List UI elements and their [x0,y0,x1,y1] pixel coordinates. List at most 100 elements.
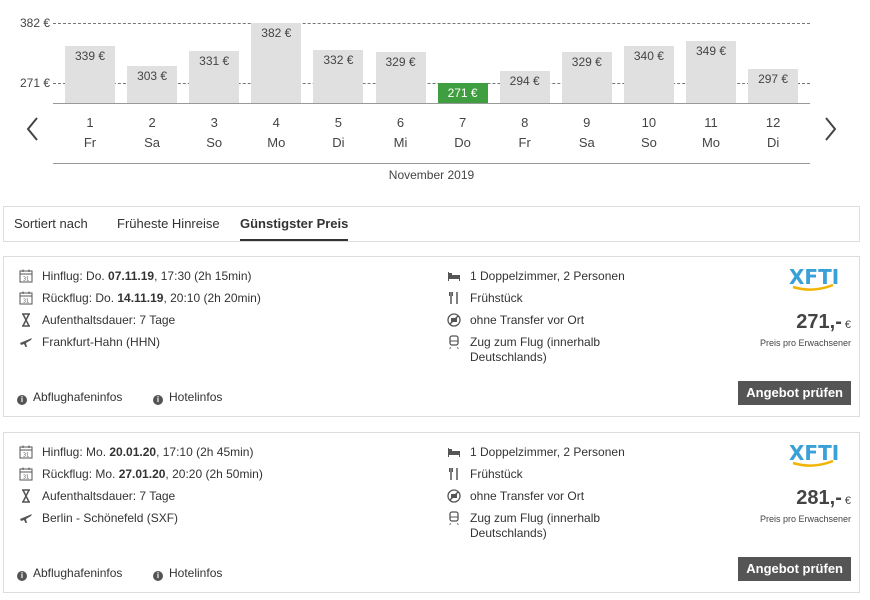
price-bar[interactable]: 331 € [189,50,240,103]
room-info: 1 Doppelzimmer, 2 Personen [470,445,625,459]
hotel-info-link[interactable]: i Hotelinfos [153,566,222,581]
price-bar[interactable]: 303 € [127,65,178,103]
price-bar[interactable]: 340 € [623,45,674,103]
y-tick-label: 271 € [19,76,50,90]
day-number: 5 [334,115,342,130]
return-flight: Rückflug: Mo. 27.01.20, 20:20 (2h 50min) [42,467,263,481]
weekday-label: Di [766,135,780,150]
calendar-icon: 31 [19,291,33,305]
train-icon [447,511,461,525]
hotel-info-link[interactable]: i Hotelinfos [153,390,222,405]
weekday-label: Mi [393,135,408,150]
calendar-icon: 31 [19,467,33,481]
price-bar[interactable]: 339 € [65,46,115,103]
day-number: 6 [396,115,405,130]
airplane-icon [19,511,33,525]
train-info: Zug zum Flug (innerhalb Deutschlands) [470,511,601,540]
weekday-label: Di [332,135,345,150]
svg-text:31: 31 [23,453,29,459]
price-bar[interactable]: 329 € [561,51,612,103]
board-info: Frühstück [470,467,523,481]
calendar-icon: 31 [19,445,33,459]
day-number: 7 [458,115,467,130]
month-divider [53,163,810,164]
airport-info-link[interactable]: i Abflughafeninfos [17,566,122,581]
airplane-icon [19,335,33,349]
offer-card: 31 Hinflug: Mo. 20.01.20, 17:10 (2h 45mi… [3,432,860,593]
weekday-label: Fr [518,135,531,150]
price-bar-label: 332 € [323,53,354,68]
price-bar[interactable]: 271 € [437,83,488,103]
price-bar[interactable]: 294 € [499,70,550,103]
price-bar[interactable]: 382 € [251,23,302,103]
day-number: 2 [148,115,156,130]
airport-info-link[interactable]: i Abflughafeninfos [17,390,122,405]
sort-option-cheapest[interactable]: Günstigster Preis [240,207,349,241]
outbound-flight: Hinflug: Do. 07.11.19, 17:30 (2h 15min) [42,269,252,283]
price-note: Preis pro Erwachsener [759,514,851,524]
price-bar-label: 271 € [447,86,478,100]
day-column[interactable]: 7 Do [438,113,488,153]
offer-price: 281,- € [796,487,851,509]
day-number: 3 [210,115,218,130]
day-column[interactable]: 12 Di [748,113,798,153]
weekday-label: Sa [144,135,161,150]
price-bar[interactable]: 297 € [748,68,799,103]
check-offer-button[interactable]: Angebot prüfen [738,557,851,581]
cutlery-icon [447,467,461,481]
day-number: 4 [272,115,280,130]
day-column[interactable]: 10 So [624,113,674,153]
day-column[interactable]: 9 Sa [562,113,612,153]
day-number: 11 [704,115,718,130]
price-bar-label: 331 € [199,53,230,68]
weekday-label: Fr [83,135,97,150]
day-column[interactable]: 4 Mo [251,113,301,153]
day-column[interactable]: 2 Sa [127,113,177,153]
day-number: 1 [86,115,94,130]
info-icon: i [17,395,27,405]
chevron-left-icon[interactable] [23,115,43,143]
info-icon: i [153,395,163,405]
room-info: 1 Doppelzimmer, 2 Personen [470,269,625,283]
day-column[interactable]: 8 Fr [500,113,550,153]
check-offer-button[interactable]: Angebot prüfen [738,381,851,405]
price-bar-label: 294 € [509,73,540,88]
train-icon [447,335,461,349]
departure-airport: Frankfurt-Hahn (HHN) [42,335,161,349]
chevron-right-icon[interactable] [820,115,840,143]
svg-text:31: 31 [23,277,29,283]
calendar-icon: 31 [19,269,33,283]
sort-option-earliest[interactable]: Früheste Hinreise [117,207,220,241]
day-number: 10 [641,115,657,130]
transfer-info: ohne Transfer vor Ort [470,313,585,327]
day-column[interactable]: 5 Di [313,113,363,153]
day-number: 8 [521,115,529,130]
price-bar-label: 382 € [261,26,292,40]
weekday-label: So [640,135,657,150]
info-icon: i [17,571,27,581]
offer-price: 271,- € [796,311,851,333]
price-bar-label: 339 € [74,49,106,64]
weekday-label: Mo [267,135,286,150]
hourglass-icon [19,313,33,327]
bed-icon [447,269,461,283]
day-column[interactable]: 6 Mi [376,113,426,153]
price-bar[interactable]: 329 € [375,51,426,103]
price-bar[interactable]: 349 € [686,40,736,103]
return-flight: Rückflug: Do. 14.11.19, 20:10 (2h 20min) [42,291,261,305]
outbound-flight: Hinflug: Mo. 20.01.20, 17:10 (2h 45min) [42,445,254,459]
provider-logo: XFTI [787,441,839,469]
price-bar[interactable]: 332 € [313,50,364,103]
price-bar-label: 340 € [633,48,664,63]
cutlery-icon [447,291,461,305]
day-column[interactable]: 11 Mo [686,113,736,153]
no-transfer-icon [447,313,461,327]
provider-logo: XFTI [787,265,839,293]
price-note: Preis pro Erwachsener [759,338,851,348]
sort-bar: Sortiert nach Früheste Hinreise Günstigs… [3,206,860,242]
price-bar-label: 297 € [758,71,789,86]
month-label: November 2019 [388,168,475,182]
day-column[interactable]: 1 Fr [65,113,115,153]
day-column[interactable]: 3 So [189,113,239,153]
info-icon: i [153,571,163,581]
